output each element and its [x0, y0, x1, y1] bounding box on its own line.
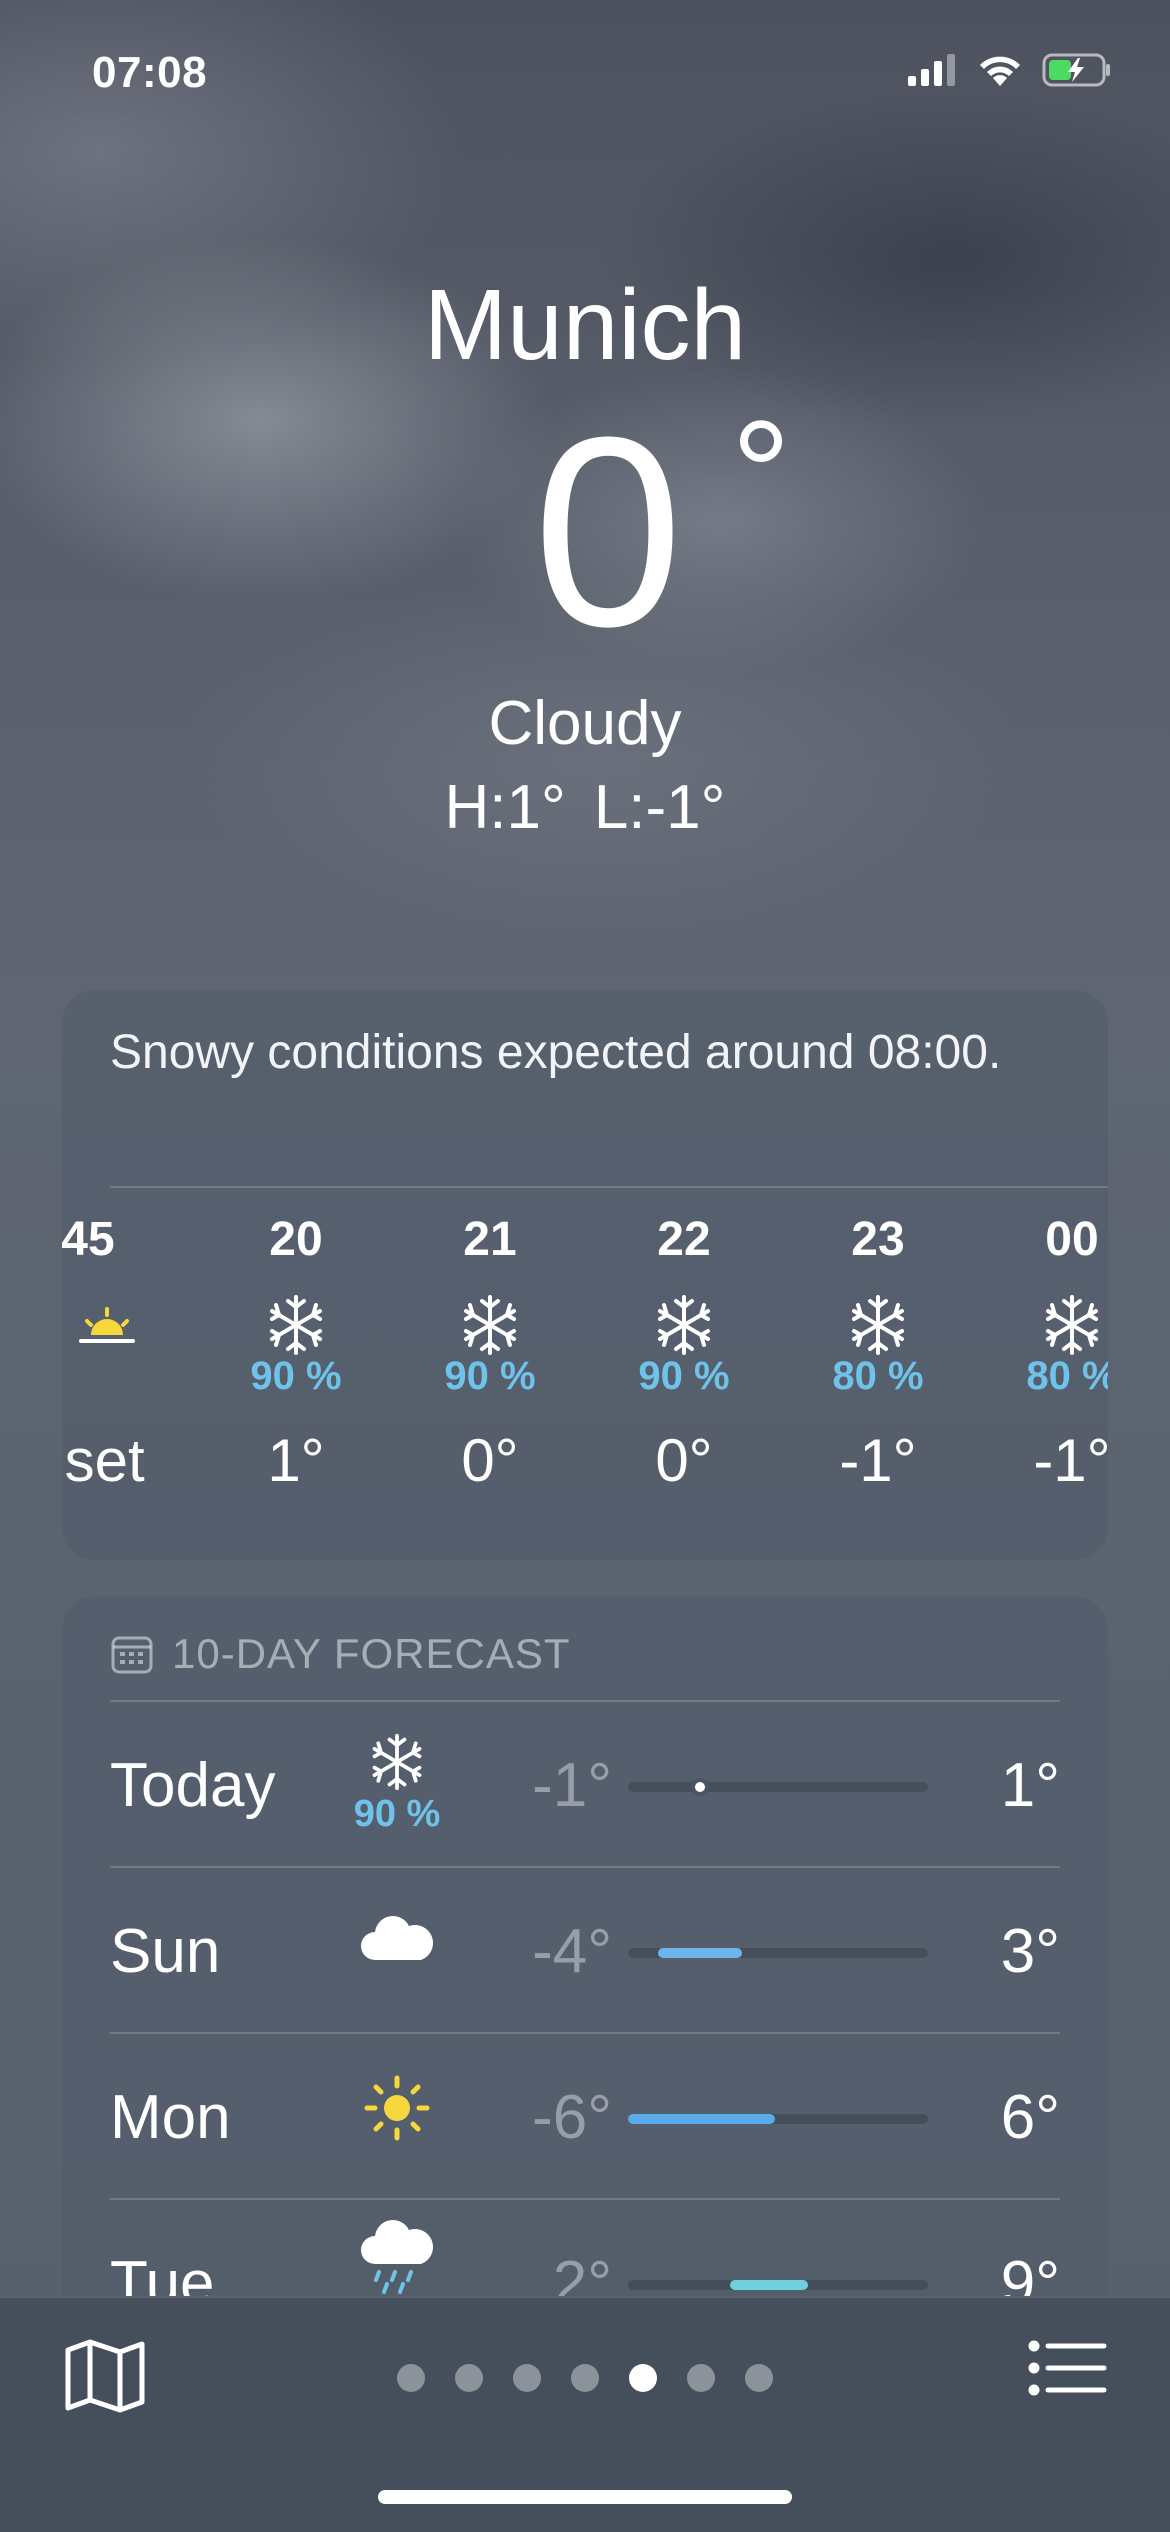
status-icons [906, 52, 1114, 88]
day-precip: 90 % [353, 1793, 441, 1835]
hour-time: 45 [62, 1213, 115, 1266]
hour-temp: -1° [839, 1427, 917, 1494]
sun-icon [332, 2072, 462, 2149]
snowflake-icon [206, 1290, 386, 1360]
temperature-range-bar [628, 1948, 928, 1958]
degree-symbol: ° [731, 389, 791, 557]
day-row[interactable]: Today 90 % -1° 1° [62, 1702, 1108, 1866]
weather-summary: Snowy conditions expected around 08:00. [110, 1026, 1002, 1079]
temperature-value: 0 [532, 382, 683, 683]
day-high: 6° [1000, 2083, 1060, 2152]
wifi-icon [980, 56, 1020, 86]
page-dot[interactable] [513, 2364, 541, 2392]
page-indicator[interactable] [0, 2364, 1170, 2392]
hour-time: 21 [463, 1213, 517, 1266]
page-dot-active[interactable] [629, 2364, 657, 2392]
sunset-icon [62, 1290, 178, 1360]
hour-precip: 90 % [250, 1354, 342, 1398]
hourly-forecast-card[interactable]: Snowy conditions expected around 08:00. … [62, 990, 1108, 1560]
hour-temp: 0° [655, 1427, 713, 1494]
hour-time: 00 [1045, 1213, 1099, 1266]
hour-temp: 0° [461, 1427, 519, 1494]
day-name: Mon [110, 2083, 231, 2152]
page-dot[interactable] [745, 2364, 773, 2392]
page-dot[interactable] [397, 2364, 425, 2392]
condition-label: Cloudy [488, 689, 682, 758]
hour-precip: 90 % [638, 1354, 730, 1398]
day-low: -6° [532, 2083, 612, 2152]
hour-time: 22 [657, 1213, 711, 1266]
hour-temp: 1° [267, 1427, 325, 1494]
high-temp: H:1° [444, 773, 566, 842]
day-low: -4° [532, 1917, 612, 1986]
snowflake-icon [982, 1290, 1108, 1360]
page-dot[interactable] [571, 2364, 599, 2392]
hour-precip: 80 % [832, 1354, 924, 1398]
snowflake-icon [400, 1290, 580, 1360]
rain-cloud-icon [332, 2218, 462, 2303]
hour-temp: nset [62, 1427, 145, 1494]
hour-column: 00 80 % -1° [982, 1212, 1108, 1495]
hour-column: 22 90 % 0° [594, 1212, 774, 1495]
day-name: Today [110, 1751, 276, 1820]
range-fill [658, 1948, 742, 1958]
battery-charging-icon [1042, 53, 1110, 87]
range-fill [730, 2280, 808, 2290]
day-row[interactable]: Mon -6° 6° [62, 2034, 1108, 2198]
snowflake-icon [594, 1290, 774, 1360]
range-fill [628, 2114, 775, 2124]
ten-day-header: 10-DAY FORECAST [110, 1630, 571, 1678]
low-temp: L:-1° [593, 773, 726, 842]
temperature-range-bar [628, 2280, 928, 2290]
day-high: 3° [1000, 1917, 1060, 1986]
calendar-icon [111, 1636, 153, 1674]
ten-day-title: 10-DAY FORECAST [172, 1630, 571, 1677]
temperature-range-bar [628, 1778, 928, 1796]
city-name: Munich [423, 269, 747, 381]
divider [110, 1186, 1108, 1188]
temperature-range-bar [628, 2114, 928, 2124]
page-dot[interactable] [455, 2364, 483, 2392]
hour-column: 45 nset [62, 1212, 178, 1495]
page-dot[interactable] [687, 2364, 715, 2392]
snowflake-icon: 90 % [332, 1732, 462, 1836]
cellular-signal-icon [908, 54, 955, 86]
status-time: 07:08 [92, 48, 208, 97]
range-fill [691, 1778, 709, 1796]
hour-column: 21 90 % 0° [400, 1212, 580, 1495]
hour-time: 20 [269, 1213, 323, 1266]
current-temperature: 0 ° [0, 398, 1170, 668]
cloud-icon [332, 1908, 462, 1973]
hour-column: 23 80 % -1° [788, 1212, 968, 1495]
list-icon [1028, 2340, 1107, 2396]
hour-precip [62, 1354, 178, 1404]
hour-precip: 90 % [444, 1354, 536, 1398]
hour-precip: 80 % [1026, 1354, 1108, 1398]
snowflake-icon [788, 1290, 968, 1360]
hour-column: 20 90 % 1° [206, 1212, 386, 1495]
home-indicator[interactable] [378, 2490, 792, 2504]
day-low: -1° [532, 1751, 612, 1820]
day-row[interactable]: Sun -4° 3° [62, 1868, 1108, 2032]
city-list-button[interactable] [1028, 2338, 1108, 2408]
hour-time: 23 [851, 1213, 905, 1266]
day-high: 1° [1000, 1751, 1060, 1820]
hour-temp: -1° [1033, 1427, 1108, 1494]
day-name: Sun [110, 1917, 221, 1986]
high-low: H:1° L:-1° [0, 772, 1170, 843]
